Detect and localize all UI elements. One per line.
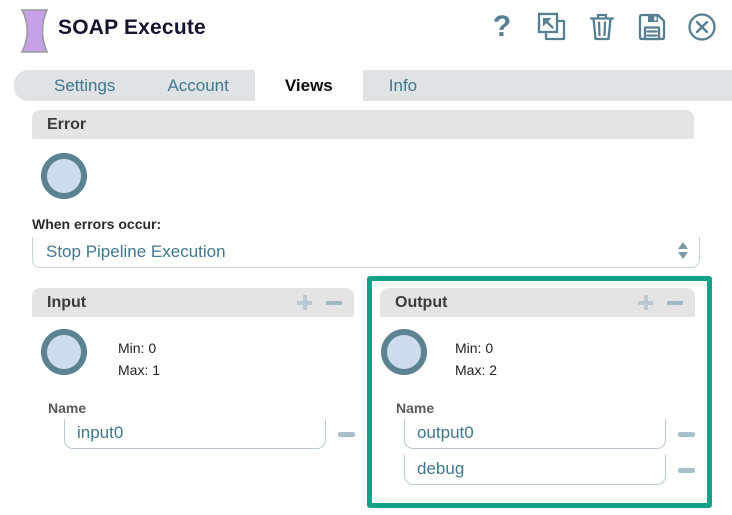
spinner-up-icon — [678, 242, 688, 249]
error-behavior-value: Stop Pipeline Execution — [33, 237, 699, 266]
tab-info[interactable]: Info — [363, 70, 443, 101]
output-row-remove-icon-1[interactable] — [678, 468, 695, 473]
snap-logo — [14, 7, 54, 60]
duplicate-snap-icon[interactable] — [536, 10, 568, 44]
dropdown-spinner-icon[interactable] — [678, 242, 688, 259]
error-section-header: Error — [32, 110, 694, 139]
output-row-remove-icon-0[interactable] — [678, 432, 695, 437]
input-add-icon[interactable] — [297, 295, 312, 310]
tab-settings[interactable]: Settings — [28, 70, 141, 101]
input-row-remove-icon[interactable] — [338, 432, 355, 437]
input-name-label: Name — [48, 400, 86, 416]
input-name-value: input0 — [65, 419, 325, 447]
output-max: Max: 2 — [455, 359, 497, 381]
help-icon[interactable]: ? — [486, 10, 518, 44]
error-view-circle[interactable] — [41, 153, 87, 199]
save-icon[interactable] — [636, 10, 668, 44]
input-min: Min: 0 — [118, 337, 160, 359]
output-name-label: Name — [396, 400, 434, 416]
tab-account[interactable]: Account — [141, 70, 254, 101]
output-name-field-1[interactable]: debug — [404, 455, 666, 485]
header-actions: ? — [486, 10, 718, 44]
input-name-field[interactable]: input0 — [64, 419, 326, 449]
input-collapse-icon[interactable] — [326, 301, 342, 305]
output-min: Min: 0 — [455, 337, 497, 359]
soap-execute-dialog: SOAP Execute ? — [0, 0, 732, 515]
input-minmax: Min: 0 Max: 1 — [118, 337, 160, 381]
output-name-field-0[interactable]: output0 — [404, 419, 666, 449]
output-section-header: Output — [380, 288, 695, 317]
tab-bar: Settings Account Views Info — [14, 70, 732, 101]
page-title: SOAP Execute — [58, 16, 206, 40]
close-icon[interactable] — [686, 10, 718, 44]
error-behavior-dropdown[interactable]: Stop Pipeline Execution — [32, 237, 700, 268]
trash-icon[interactable] — [586, 10, 618, 44]
spinner-down-icon — [678, 252, 688, 259]
input-max: Max: 1 — [118, 359, 160, 381]
output-name-value-0: output0 — [405, 419, 665, 447]
input-view-circle[interactable] — [41, 329, 87, 375]
tab-views[interactable]: Views — [255, 70, 363, 101]
output-minmax: Min: 0 Max: 2 — [455, 337, 497, 381]
output-view-circle[interactable] — [381, 329, 427, 375]
input-section-header: Input — [32, 288, 354, 317]
error-section-title: Error — [32, 110, 694, 139]
output-collapse-icon[interactable] — [667, 301, 683, 305]
output-name-value-1: debug — [405, 455, 665, 483]
when-errors-occur-label: When errors occur: — [32, 216, 161, 232]
output-add-icon[interactable] — [638, 295, 653, 310]
